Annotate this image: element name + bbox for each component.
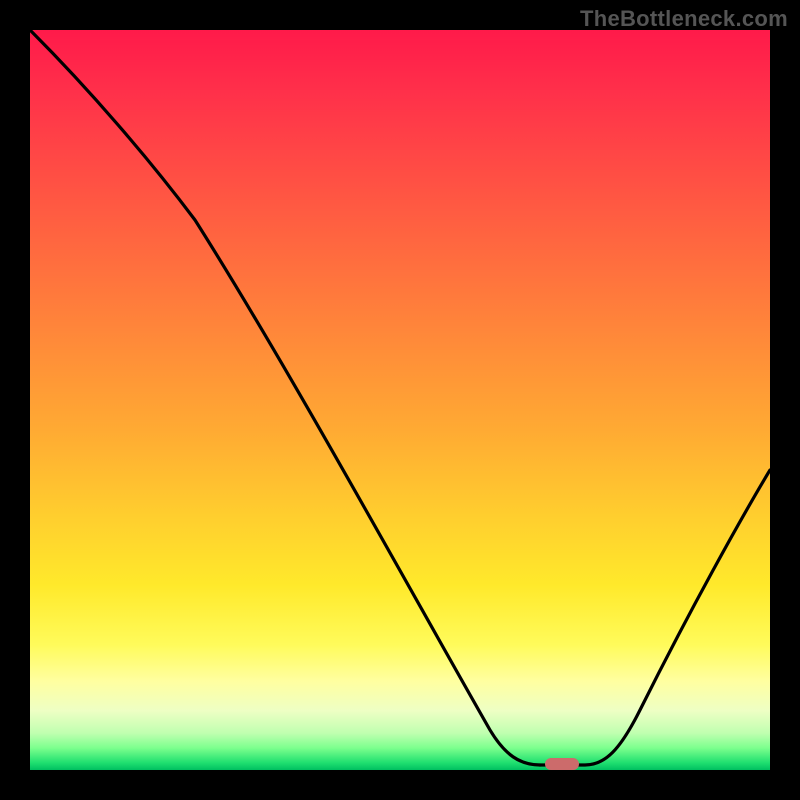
chart-container: TheBottleneck.com <box>0 0 800 800</box>
watermark-text: TheBottleneck.com <box>580 6 788 32</box>
optimum-marker <box>545 758 579 770</box>
plot-area <box>30 30 770 770</box>
bottleneck-curve <box>30 30 770 770</box>
